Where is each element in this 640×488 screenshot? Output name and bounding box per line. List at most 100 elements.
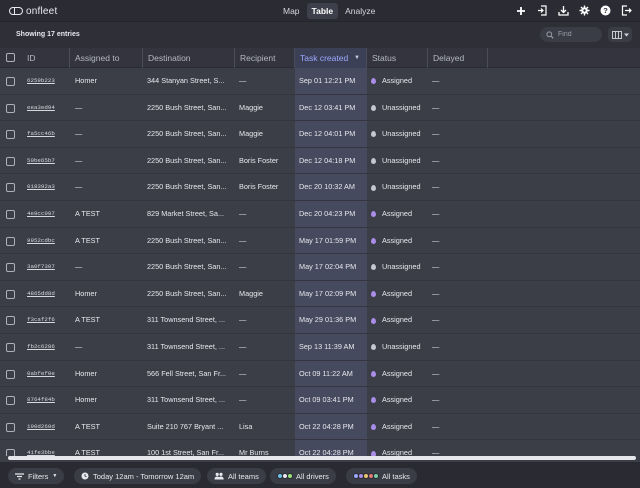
task-id-link[interactable]: 6259b223	[27, 68, 55, 95]
table-row[interactable]: eea3ed94 — 2250 Bush Street, San... Maggie D…	[0, 95, 640, 122]
table-row[interactable]: 0abfef0e Homer 566 Fell Street, San Fr... —…	[0, 361, 640, 388]
app-name: onfleet	[26, 5, 58, 17]
table-row[interactable]: 018392a3 — 2250 Bush Street, San... Boris F…	[0, 174, 640, 201]
destination-cell: Suite 210 767 Bryant ...	[147, 421, 224, 431]
table-row[interactable]: 3a0f7307 — 2250 Bush Street, San... — May 17…	[0, 254, 640, 281]
task-id-link[interactable]: 018392a3	[27, 174, 55, 201]
row-checkbox[interactable]	[6, 236, 15, 246]
chevron-down-icon	[623, 33, 629, 36]
tab-map[interactable]: Map	[278, 3, 305, 19]
search-box[interactable]	[540, 27, 602, 42]
row-checkbox[interactable]	[6, 183, 15, 193]
help-icon[interactable]: ?	[599, 4, 611, 17]
table-row[interactable]: 4865dd8d Homer 2250 Bush Street, San... Mag…	[0, 281, 640, 308]
row-checkbox[interactable]	[6, 289, 15, 299]
drivers-filter[interactable]: All drivers	[270, 468, 336, 484]
table-row[interactable]: 9952cdbc A TEST 2250 Bush Street, San... — M…	[0, 228, 640, 255]
task-created-cell: May 17 01:59 PM	[299, 235, 357, 245]
plus-icon[interactable]	[515, 4, 527, 17]
task-id-link[interactable]: fa5cc46b	[27, 121, 55, 148]
column-header-status[interactable]: Status	[367, 48, 428, 68]
column-header-assigned-to[interactable]: Assigned to	[70, 48, 143, 68]
table-row[interactable]: 190d260d A TEST Suite 210 767 Bryant ... Li…	[0, 414, 640, 441]
logo-mark-icon	[9, 6, 23, 15]
task-id-link[interactable]: eea3ed94	[27, 95, 55, 122]
tasks-filter[interactable]: All tasks	[346, 468, 417, 484]
delayed-cell: —	[432, 342, 440, 351]
tab-analyze[interactable]: Analyze	[340, 3, 380, 19]
search-input[interactable]	[558, 31, 598, 38]
recipient-cell: Maggie	[239, 102, 263, 112]
task-id-link[interactable]: 9952cdbc	[27, 228, 55, 255]
task-id-link[interactable]: 41fe3bbe	[27, 440, 55, 456]
table-subbar: Showing 17 entries	[0, 22, 640, 48]
row-checkbox[interactable]	[6, 263, 15, 273]
filters-button[interactable]: Filters ▼	[8, 468, 65, 484]
task-id-link[interactable]: f3caf2f6	[27, 307, 55, 334]
column-header-destination[interactable]: Destination	[143, 48, 235, 68]
date-range-filter[interactable]: Today 12am - Tomorrow 12am	[74, 468, 202, 484]
horizontal-scrollbar[interactable]	[8, 456, 636, 460]
teams-filter[interactable]: All teams	[207, 468, 266, 484]
column-header-recipient[interactable]: Recipient	[235, 48, 295, 68]
task-id-link[interactable]: 4e9cc097	[27, 201, 55, 228]
row-checkbox[interactable]	[6, 103, 15, 113]
table-row[interactable]: 4e9cc097 A TEST 829 Market Street, Sa... — D…	[0, 201, 640, 228]
column-header-task-created[interactable]: Task created ▼	[295, 48, 367, 68]
row-checkbox[interactable]	[6, 422, 15, 432]
row-checkbox[interactable]	[6, 369, 15, 379]
task-created-cell: Dec 12 03:41 PM	[299, 102, 356, 112]
column-header-delayed[interactable]: Delayed	[428, 48, 488, 68]
table-row[interactable]: 41fe3bbe A TEST 100 1st Street, San Fr... M…	[0, 440, 640, 456]
task-created-cell: Dec 20 10:32 AM	[299, 182, 355, 192]
top-bar: onfleet Map Table Analyze ?	[0, 0, 640, 22]
table-row[interactable]: 8764f84b Homer 311 Townsend Street, ... — Oc…	[0, 387, 640, 414]
task-id-link[interactable]: 0abfef0e	[27, 361, 55, 388]
column-header-id[interactable]: ID	[22, 48, 70, 68]
row-checkbox[interactable]	[6, 316, 15, 326]
import-icon[interactable]	[536, 4, 548, 17]
table-row[interactable]: fa5cc46b — 2250 Bush Street, San... Maggie D…	[0, 121, 640, 148]
task-id-link[interactable]: 8764f84b	[27, 387, 55, 414]
row-checkbox[interactable]	[6, 210, 15, 219]
settings-icon[interactable]	[578, 4, 590, 17]
row-checkbox[interactable]	[6, 449, 15, 456]
date-range-label: Today 12am - Tomorrow 12am	[93, 471, 195, 481]
onfleet-logo[interactable]: onfleet	[9, 5, 57, 17]
row-checkbox[interactable]	[6, 343, 15, 352]
row-checkbox[interactable]	[6, 77, 15, 86]
assigned-to-cell: A TEST	[75, 209, 101, 218]
logout-icon[interactable]	[620, 4, 632, 17]
status-pin-icon	[371, 184, 376, 191]
status-label: Unassigned	[382, 129, 421, 139]
tab-table[interactable]: Table	[306, 3, 339, 19]
destination-cell: 344 Stanyan Street, S...	[147, 76, 225, 85]
table-row[interactable]: 6259b223 Homer 344 Stanyan Street, S... — Se…	[0, 68, 640, 95]
task-id-link[interactable]: 4865dd8d	[27, 281, 55, 308]
filter-bar: Filters ▼ Today 12am - Tomorrow 12am All…	[0, 462, 640, 488]
task-id-link[interactable]: 190d260d	[27, 414, 55, 441]
table-row[interactable]: fb2c6286 — 311 Townsend Street, ... — Sep 13…	[0, 334, 640, 361]
status-pin-icon	[371, 131, 376, 138]
status-cell: Assigned	[371, 281, 427, 308]
delayed-cell: —	[432, 421, 440, 431]
delayed-cell: —	[432, 182, 440, 192]
table-row[interactable]: 50be65b7 — 2250 Bush Street, San... Boris F…	[0, 148, 640, 175]
select-all-checkbox[interactable]	[6, 53, 15, 62]
row-checkbox[interactable]	[6, 396, 15, 406]
filters-label: Filters	[28, 471, 49, 481]
status-pin-icon	[371, 291, 376, 298]
status-cell: Assigned	[371, 68, 427, 95]
recipient-cell: Maggie	[239, 129, 263, 139]
row-checkbox[interactable]	[6, 130, 15, 140]
download-icon[interactable]	[557, 4, 569, 17]
clock-icon	[81, 472, 89, 480]
task-id-link[interactable]: fb2c6286	[27, 334, 55, 361]
table-row[interactable]: f3caf2f6 A TEST 311 Townsend Street, ... — M…	[0, 307, 640, 334]
view-tabs: Map Table Analyze	[278, 3, 382, 19]
row-checkbox[interactable]	[6, 156, 15, 166]
task-id-link[interactable]: 3a0f7307	[27, 254, 55, 281]
status-cell: Unassigned	[371, 148, 427, 175]
columns-toggle-button[interactable]	[608, 27, 632, 42]
task-id-link[interactable]: 50be65b7	[27, 148, 55, 175]
